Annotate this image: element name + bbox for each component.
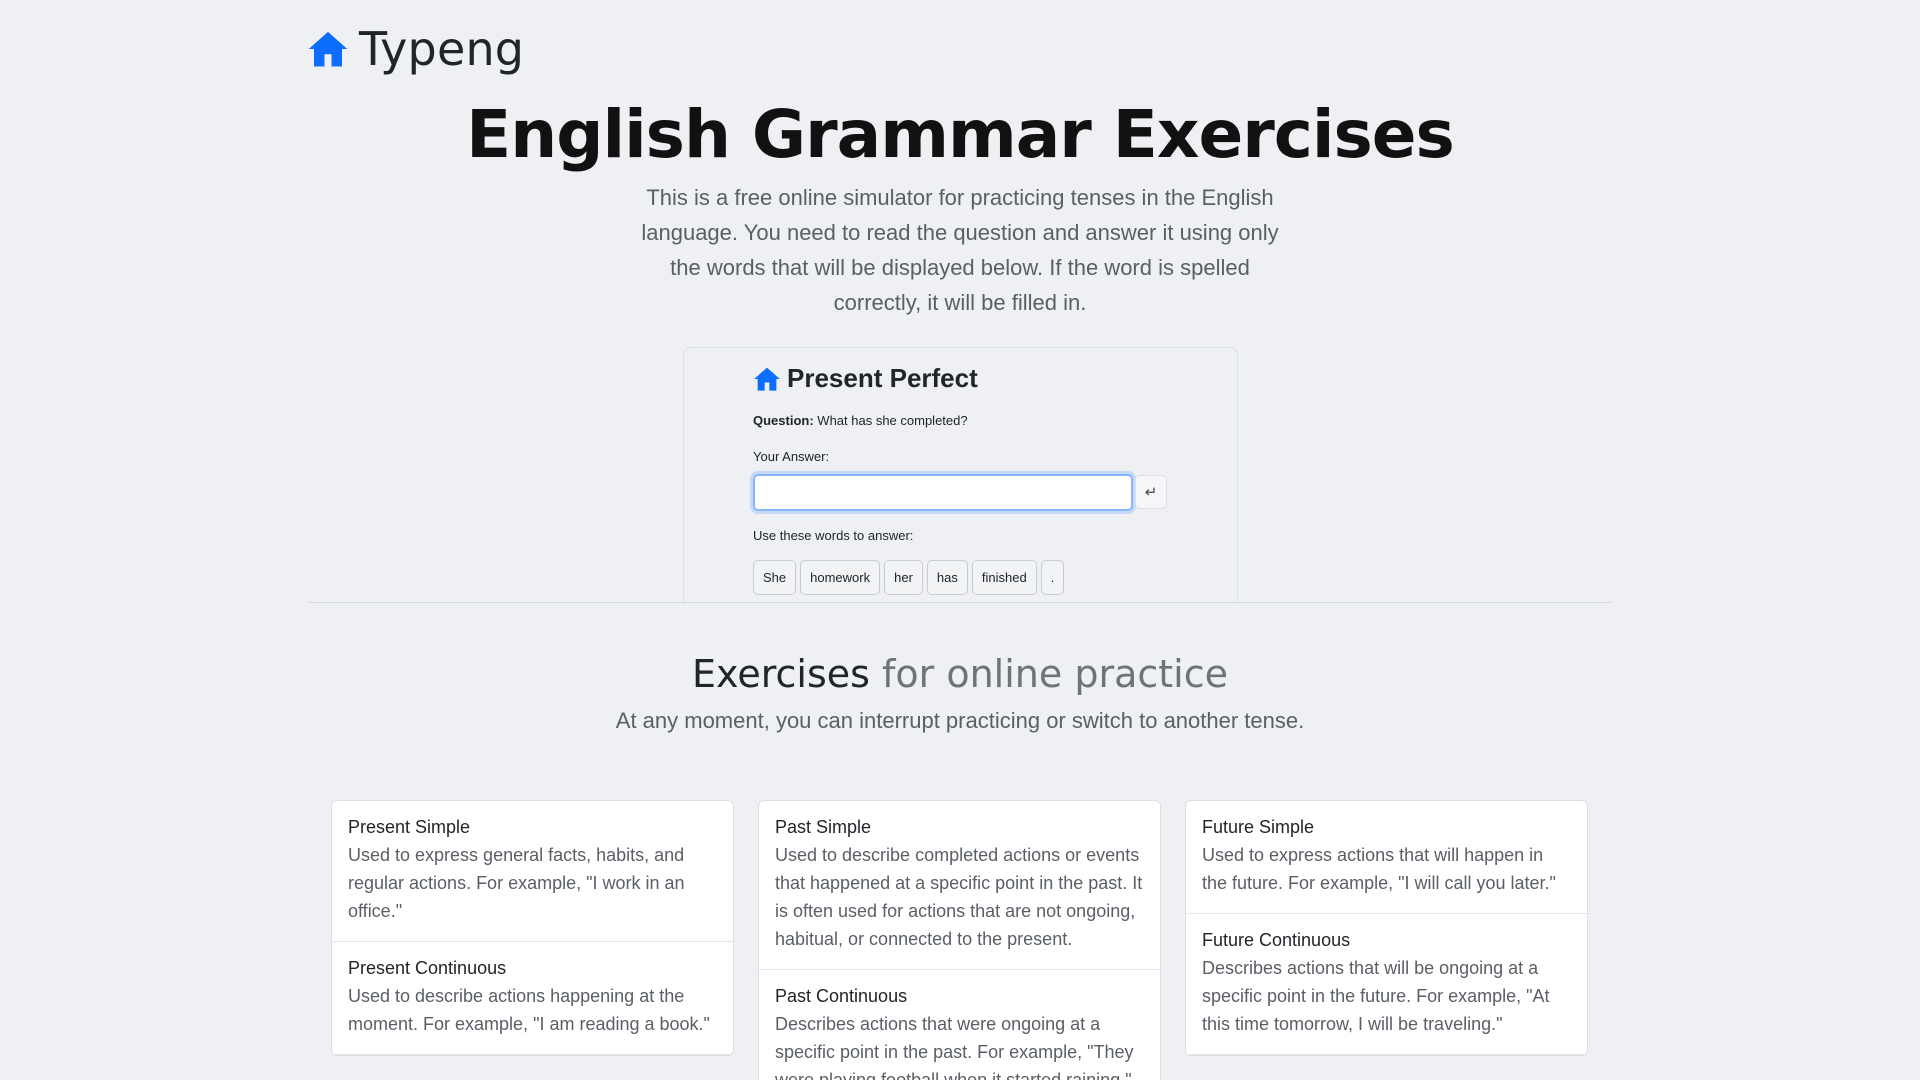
- word-chip[interactable]: her: [884, 560, 923, 595]
- tense-title: Future Continuous: [1202, 930, 1351, 950]
- tense-list-future: Future Simple Used to express actions th…: [1185, 800, 1588, 1056]
- demo-exercise-card: Present Perfect Question: What has she c…: [683, 347, 1238, 603]
- tense-list-past: Past Simple Used to describe completed a…: [758, 800, 1161, 1080]
- list-item[interactable]: Future Continuous Describes actions that…: [1186, 914, 1587, 1055]
- word-chips: She homework her has finished .: [753, 560, 1065, 595]
- tense-description: Used to express general facts, habits, a…: [348, 845, 685, 921]
- tense-description: Used to express actions that will happen…: [1202, 845, 1556, 893]
- words-label: Use these words to answer:: [753, 528, 914, 543]
- page-title: English Grammar Exercises: [466, 96, 1455, 173]
- section-title: Exercises for online practice: [0, 652, 1920, 696]
- demo-tense-title: Present Perfect: [787, 363, 978, 393]
- answer-label: Your Answer:: [753, 449, 830, 464]
- word-chip[interactable]: homework: [800, 560, 881, 595]
- tense-title: Future Simple: [1202, 817, 1315, 837]
- list-item[interactable]: Present Continuous Used to describe acti…: [332, 942, 733, 1055]
- tense-title: Present Continuous: [348, 958, 507, 978]
- section-divider: [307, 602, 1613, 603]
- word-chip[interactable]: has: [926, 560, 968, 595]
- question-text: What has she completed?: [817, 413, 968, 428]
- tense-description: Used to describe completed actions or ev…: [775, 845, 1143, 949]
- section-title-muted: for online practice: [882, 652, 1228, 696]
- list-item[interactable]: Future Simple Used to express actions th…: [1186, 801, 1587, 914]
- home-icon: [754, 367, 780, 391]
- word-chip[interactable]: .: [1040, 560, 1065, 595]
- answer-input[interactable]: [753, 474, 1133, 511]
- tense-description: Used to describe actions happening at th…: [348, 986, 710, 1034]
- home-icon: [308, 31, 348, 67]
- enter-icon: ↵: [1144, 484, 1158, 501]
- tense-title: Past Simple: [775, 817, 872, 837]
- brand-link[interactable]: Typeng: [307, 22, 524, 76]
- question-label: Question:: [753, 413, 814, 428]
- submit-answer-button[interactable]: ↵: [1135, 475, 1167, 509]
- tense-title: Past Continuous: [775, 986, 908, 1006]
- demo-header: Present Perfect: [753, 363, 978, 394]
- tense-title: Present Simple: [348, 817, 471, 837]
- list-item[interactable]: Past Continuous Describes actions that w…: [759, 970, 1160, 1080]
- tense-description: Describes actions that were ongoing at a…: [775, 1014, 1134, 1080]
- hero-description: This is a free online simulator for prac…: [641, 185, 1279, 315]
- section-description: At any moment, you can interrupt practic…: [615, 708, 1305, 733]
- word-chip[interactable]: finished: [971, 560, 1037, 595]
- tense-list-present: Present Simple Used to express general f…: [331, 800, 734, 1056]
- brand-name: Typeng: [359, 22, 525, 76]
- list-item[interactable]: Past Simple Used to describe completed a…: [759, 801, 1160, 970]
- demo-question: Question: What has she completed?: [753, 413, 968, 428]
- list-item[interactable]: Present Simple Used to express general f…: [332, 801, 733, 942]
- word-chip[interactable]: She: [753, 560, 797, 595]
- tense-description: Describes actions that will be ongoing a…: [1202, 958, 1550, 1034]
- section-title-strong: Exercises: [692, 652, 870, 696]
